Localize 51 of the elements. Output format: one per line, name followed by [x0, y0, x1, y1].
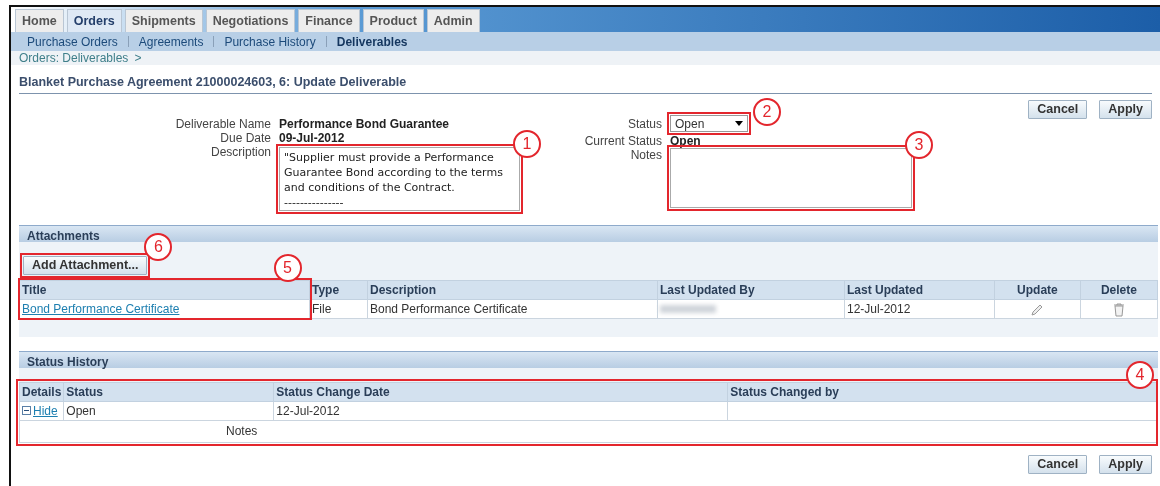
collapse-icon[interactable]: [22, 405, 31, 415]
column-header: Status: [63, 382, 274, 402]
caret-icon: [735, 121, 743, 127]
field-label: Current Status: [583, 133, 663, 148]
redacted-text: [660, 304, 716, 313]
field-label: Description: [209, 144, 272, 161]
breadcrumb-separator: >: [134, 50, 142, 67]
breadcrumb-link[interactable]: Orders: Deliverables: [19, 49, 129, 67]
column-header: Description: [367, 280, 658, 300]
field-value: 09-Jul-2012: [279, 130, 345, 145]
subtab-link[interactable]: Deliverables: [328, 32, 416, 51]
field-label: Status: [626, 115, 663, 133]
field-label: Deliverable Name: [174, 116, 272, 131]
column-header: Details: [19, 382, 64, 402]
trash-icon[interactable]: [1112, 302, 1125, 317]
cancel-button[interactable]: Cancel: [1028, 99, 1088, 119]
field-value: Performance Bond Guarantee: [279, 116, 450, 131]
field-value: Open: [670, 133, 701, 148]
column-header: Title: [19, 280, 310, 300]
nav-tab[interactable]: Home: [15, 9, 64, 32]
column-header: Update: [994, 280, 1081, 300]
section-header: Status History: [19, 350, 1158, 368]
column-header: Type: [309, 280, 368, 300]
nav-tab[interactable]: Product: [362, 9, 424, 32]
add-attachment-button[interactable]: Add Attachment...: [23, 255, 148, 275]
subtab-link[interactable]: Purchase Orders: [19, 32, 126, 51]
nav-tab[interactable]: Finance: [298, 9, 360, 32]
column-header: Status Change Date: [273, 382, 728, 402]
pencil-icon[interactable]: [1030, 302, 1045, 317]
apply-button[interactable]: Apply: [1099, 99, 1152, 119]
nav-tab[interactable]: Shipments: [124, 9, 203, 32]
callout-marker: 3: [905, 130, 933, 159]
page-title: Blanket Purchase Agreement 21000024603, 6: Update Deliverable: [19, 73, 1152, 94]
apply-button[interactable]: Apply: [1099, 454, 1152, 474]
status-dropdown[interactable]: Open: [670, 115, 748, 133]
nav-tab[interactable]: Admin: [426, 9, 480, 32]
nav-tab[interactable]: Negotiations: [205, 9, 296, 32]
subtab-link[interactable]: Purchase History: [216, 32, 324, 51]
column-header: Last Updated By: [657, 280, 845, 300]
notes-label: Notes: [226, 424, 258, 439]
field-label: Due Date: [219, 130, 272, 145]
callout-marker: 1: [513, 129, 541, 158]
field-label: Notes: [629, 147, 663, 164]
column-header: Last Updated: [844, 280, 995, 300]
cancel-button[interactable]: Cancel: [1028, 454, 1088, 474]
subtab-link[interactable]: Agreements: [130, 32, 212, 51]
column-header: Delete: [1080, 280, 1158, 300]
description-field[interactable]: "Supplier must provide a Performance Guarantee Bond according to the terms and conditions of the Contract. ---------------: [279, 146, 520, 211]
callout-marker: 2: [753, 98, 781, 127]
nav-tab[interactable]: Orders: [66, 9, 122, 32]
column-header: Status Changed by: [727, 382, 1158, 402]
